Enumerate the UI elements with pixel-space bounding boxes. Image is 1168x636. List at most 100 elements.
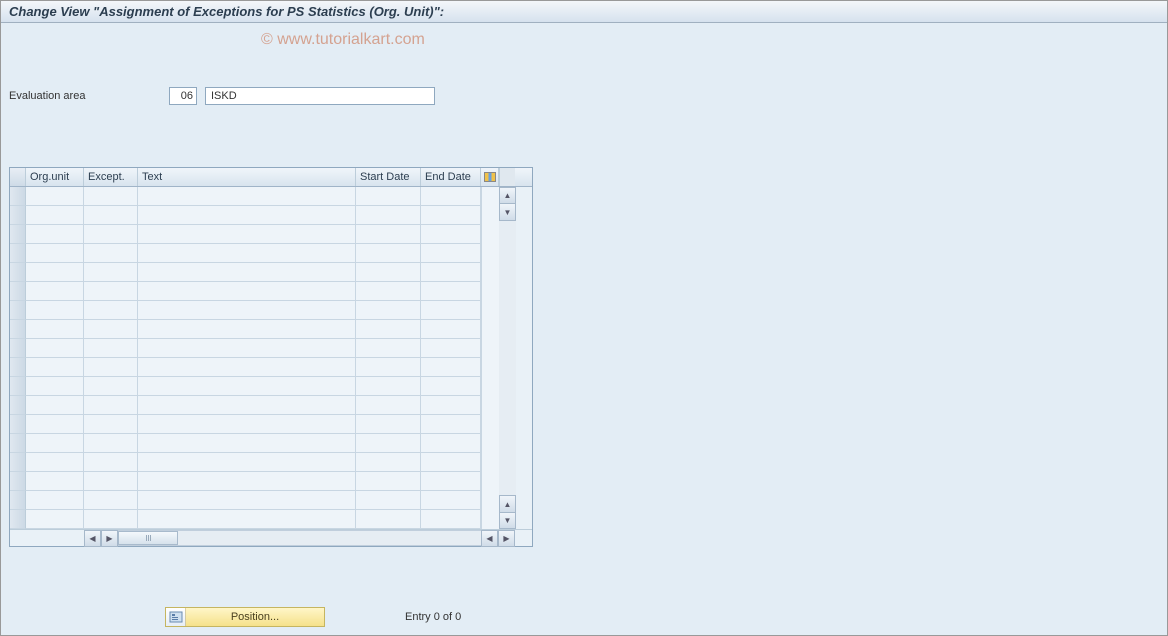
scroll-left-step-button[interactable]: ▶ xyxy=(101,530,118,547)
table-row[interactable] xyxy=(10,244,481,263)
cell-text[interactable] xyxy=(138,339,356,358)
cell-enddate[interactable] xyxy=(421,225,481,244)
cell-enddate[interactable] xyxy=(421,510,481,529)
row-selector[interactable] xyxy=(10,453,26,472)
cell-text[interactable] xyxy=(138,491,356,510)
table-row[interactable] xyxy=(10,263,481,282)
cell-enddate[interactable] xyxy=(421,453,481,472)
cell-startdate[interactable] xyxy=(356,206,421,225)
cell-enddate[interactable] xyxy=(421,244,481,263)
horizontal-scrollbar[interactable]: ◀ ▶ ◀ ▶ xyxy=(10,529,532,546)
cell-except[interactable] xyxy=(84,453,138,472)
cell-except[interactable] xyxy=(84,187,138,206)
row-selector[interactable] xyxy=(10,339,26,358)
cell-text[interactable] xyxy=(138,396,356,415)
cell-orgunit[interactable] xyxy=(26,282,84,301)
cell-except[interactable] xyxy=(84,510,138,529)
cell-orgunit[interactable] xyxy=(26,339,84,358)
vertical-scrollbar[interactable]: ▲ ▼ ▲ ▼ xyxy=(499,187,516,529)
cell-text[interactable] xyxy=(138,187,356,206)
cell-text[interactable] xyxy=(138,415,356,434)
cell-startdate[interactable] xyxy=(356,282,421,301)
row-selector[interactable] xyxy=(10,415,26,434)
table-row[interactable] xyxy=(10,187,481,206)
cell-startdate[interactable] xyxy=(356,358,421,377)
row-selector[interactable] xyxy=(10,187,26,206)
hscroll-thumb[interactable] xyxy=(118,531,178,545)
cell-enddate[interactable] xyxy=(421,415,481,434)
select-all-column[interactable] xyxy=(10,168,26,186)
col-header-except[interactable]: Except. xyxy=(84,168,138,186)
cell-except[interactable] xyxy=(84,301,138,320)
cell-orgunit[interactable] xyxy=(26,415,84,434)
cell-orgunit[interactable] xyxy=(26,510,84,529)
cell-text[interactable] xyxy=(138,453,356,472)
cell-text[interactable] xyxy=(138,301,356,320)
scroll-right-button[interactable]: ▶ xyxy=(498,530,515,547)
cell-except[interactable] xyxy=(84,491,138,510)
cell-except[interactable] xyxy=(84,206,138,225)
cell-startdate[interactable] xyxy=(356,244,421,263)
cell-text[interactable] xyxy=(138,225,356,244)
cell-orgunit[interactable] xyxy=(26,187,84,206)
row-selector[interactable] xyxy=(10,510,26,529)
cell-text[interactable] xyxy=(138,282,356,301)
scroll-down-step-button[interactable]: ▲ xyxy=(499,495,516,512)
table-row[interactable] xyxy=(10,206,481,225)
cell-orgunit[interactable] xyxy=(26,301,84,320)
cell-enddate[interactable] xyxy=(421,472,481,491)
cell-orgunit[interactable] xyxy=(26,225,84,244)
cell-startdate[interactable] xyxy=(356,339,421,358)
row-selector[interactable] xyxy=(10,320,26,339)
cell-text[interactable] xyxy=(138,244,356,263)
scroll-right-step-button[interactable]: ◀ xyxy=(481,530,498,547)
table-row[interactable] xyxy=(10,377,481,396)
cell-except[interactable] xyxy=(84,282,138,301)
table-row[interactable] xyxy=(10,434,481,453)
cell-except[interactable] xyxy=(84,396,138,415)
cell-orgunit[interactable] xyxy=(26,396,84,415)
cell-startdate[interactable] xyxy=(356,491,421,510)
cell-startdate[interactable] xyxy=(356,472,421,491)
cell-enddate[interactable] xyxy=(421,377,481,396)
cell-except[interactable] xyxy=(84,377,138,396)
row-selector[interactable] xyxy=(10,263,26,282)
row-selector[interactable] xyxy=(10,244,26,263)
row-selector[interactable] xyxy=(10,491,26,510)
cell-except[interactable] xyxy=(84,263,138,282)
cell-except[interactable] xyxy=(84,225,138,244)
cell-orgunit[interactable] xyxy=(26,377,84,396)
table-row[interactable] xyxy=(10,491,481,510)
cell-text[interactable] xyxy=(138,434,356,453)
cell-enddate[interactable] xyxy=(421,320,481,339)
table-row[interactable] xyxy=(10,301,481,320)
cell-startdate[interactable] xyxy=(356,510,421,529)
table-settings-button[interactable] xyxy=(481,168,499,186)
table-row[interactable] xyxy=(10,510,481,529)
cell-enddate[interactable] xyxy=(421,339,481,358)
cell-text[interactable] xyxy=(138,510,356,529)
table-row[interactable] xyxy=(10,396,481,415)
row-selector[interactable] xyxy=(10,225,26,244)
cell-text[interactable] xyxy=(138,358,356,377)
cell-orgunit[interactable] xyxy=(26,358,84,377)
table-row[interactable] xyxy=(10,415,481,434)
row-selector[interactable] xyxy=(10,301,26,320)
table-row[interactable] xyxy=(10,358,481,377)
cell-text[interactable] xyxy=(138,206,356,225)
col-header-enddate[interactable]: End Date xyxy=(421,168,481,186)
cell-except[interactable] xyxy=(84,472,138,491)
cell-text[interactable] xyxy=(138,472,356,491)
cell-startdate[interactable] xyxy=(356,377,421,396)
row-selector[interactable] xyxy=(10,358,26,377)
vscroll-track[interactable] xyxy=(499,221,516,495)
cell-except[interactable] xyxy=(84,415,138,434)
scroll-down-button[interactable]: ▼ xyxy=(499,512,516,529)
cell-enddate[interactable] xyxy=(421,491,481,510)
cell-orgunit[interactable] xyxy=(26,320,84,339)
scroll-up-step-button[interactable]: ▼ xyxy=(499,204,516,221)
cell-except[interactable] xyxy=(84,320,138,339)
col-header-startdate[interactable]: Start Date xyxy=(356,168,421,186)
cell-enddate[interactable] xyxy=(421,187,481,206)
cell-enddate[interactable] xyxy=(421,434,481,453)
